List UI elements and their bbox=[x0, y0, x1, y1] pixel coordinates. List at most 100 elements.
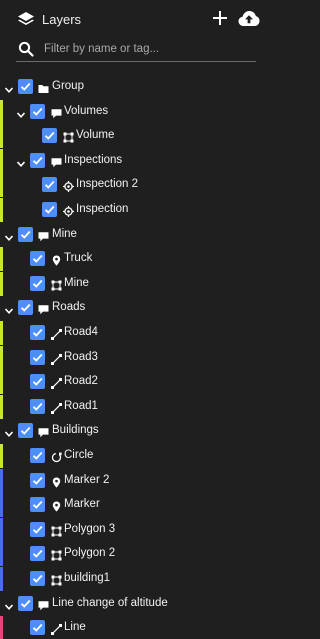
line-icon bbox=[51, 376, 62, 389]
line-icon bbox=[51, 352, 62, 365]
layer-name: Truck bbox=[64, 252, 93, 264]
layer-color-bar bbox=[0, 395, 3, 419]
tree-row[interactable]: Marker 2 bbox=[0, 469, 266, 493]
layer-name: Roads bbox=[52, 301, 86, 313]
tree-row[interactable]: Volume bbox=[0, 124, 266, 148]
panel-header: Layers bbox=[0, 0, 266, 40]
chevron-down-icon[interactable] bbox=[4, 230, 14, 241]
layer-visibility-checkbox[interactable] bbox=[30, 546, 45, 561]
layer-visibility-checkbox[interactable] bbox=[30, 497, 45, 512]
layer-color-bar bbox=[0, 616, 3, 639]
chevron-down-icon[interactable] bbox=[4, 303, 14, 314]
layer-name: Group bbox=[52, 80, 84, 92]
chevron-down-icon[interactable] bbox=[4, 82, 14, 93]
tree-row[interactable]: building1 bbox=[0, 567, 266, 591]
layer-visibility-checkbox[interactable] bbox=[30, 153, 45, 168]
tree-row[interactable]: Marker bbox=[0, 493, 266, 517]
layer-visibility-checkbox[interactable] bbox=[30, 251, 45, 266]
tree-row[interactable]: Roads bbox=[0, 296, 266, 320]
layer-visibility-checkbox[interactable] bbox=[18, 227, 33, 242]
tree-row[interactable]: Line bbox=[0, 616, 266, 639]
layer-color-bar bbox=[0, 567, 3, 591]
layers-stack-icon bbox=[17, 11, 35, 27]
polygon-icon bbox=[51, 278, 62, 291]
layer-visibility-checkbox[interactable] bbox=[18, 79, 33, 94]
comment-icon bbox=[38, 229, 49, 242]
tree-row[interactable]: Mine bbox=[0, 272, 266, 296]
tree-row[interactable]: Road3 bbox=[0, 346, 266, 370]
polygon-icon bbox=[63, 130, 74, 143]
search-input[interactable] bbox=[44, 40, 249, 58]
tree-row[interactable]: Road1 bbox=[0, 395, 266, 419]
layer-name: Circle bbox=[64, 449, 94, 461]
line-icon bbox=[51, 327, 62, 340]
layer-visibility-checkbox[interactable] bbox=[30, 473, 45, 488]
layer-color-bar bbox=[0, 247, 3, 271]
layer-visibility-checkbox[interactable] bbox=[30, 104, 45, 119]
layer-visibility-checkbox[interactable] bbox=[30, 374, 45, 389]
target-icon bbox=[63, 204, 74, 217]
pin-icon bbox=[51, 253, 62, 266]
chevron-down-icon[interactable] bbox=[16, 107, 26, 118]
layer-name: Road1 bbox=[64, 400, 98, 412]
polygon-icon bbox=[51, 524, 62, 537]
layer-visibility-checkbox[interactable] bbox=[30, 571, 45, 586]
chevron-down-icon[interactable] bbox=[4, 599, 14, 610]
layer-visibility-checkbox[interactable] bbox=[30, 620, 45, 635]
layer-color-bar bbox=[0, 124, 3, 148]
layer-name: Volumes bbox=[64, 105, 109, 117]
add-layer-button[interactable] bbox=[212, 10, 228, 26]
layer-color-bar bbox=[0, 346, 3, 370]
tree-row[interactable]: Buildings bbox=[0, 419, 266, 443]
layer-visibility-checkbox[interactable] bbox=[18, 423, 33, 438]
comment-icon bbox=[38, 598, 49, 611]
layer-color-bar bbox=[0, 542, 3, 566]
layer-color-bar bbox=[0, 198, 3, 222]
layer-visibility-checkbox[interactable] bbox=[30, 448, 45, 463]
layer-color-bar bbox=[0, 100, 3, 124]
pin-icon bbox=[51, 475, 62, 488]
layer-visibility-checkbox[interactable] bbox=[42, 128, 57, 143]
layer-visibility-checkbox[interactable] bbox=[30, 325, 45, 340]
layer-visibility-checkbox[interactable] bbox=[30, 350, 45, 365]
polygon-icon bbox=[51, 548, 62, 561]
layer-visibility-checkbox[interactable] bbox=[30, 276, 45, 291]
layer-name: Marker 2 bbox=[64, 474, 110, 486]
layer-visibility-checkbox[interactable] bbox=[42, 177, 57, 192]
panel-title: Layers bbox=[42, 12, 82, 27]
layer-visibility-checkbox[interactable] bbox=[18, 596, 33, 611]
layer-color-bar bbox=[0, 518, 3, 542]
tree-row[interactable]: Polygon 3 bbox=[0, 518, 266, 542]
tree-row[interactable]: Circle bbox=[0, 444, 266, 468]
layer-visibility-checkbox[interactable] bbox=[30, 399, 45, 414]
tree-row[interactable]: Polygon 2 bbox=[0, 542, 266, 566]
layer-name: Road3 bbox=[64, 351, 98, 363]
chevron-down-icon[interactable] bbox=[16, 156, 26, 167]
cloud-upload-button[interactable] bbox=[238, 10, 260, 27]
tree-row[interactable]: Mine bbox=[0, 223, 266, 247]
layer-name: Inspection bbox=[76, 203, 129, 215]
tree-row[interactable]: Group bbox=[0, 75, 266, 99]
target-icon bbox=[63, 179, 74, 192]
layer-visibility-checkbox[interactable] bbox=[18, 300, 33, 315]
layer-name: Inspection 2 bbox=[76, 178, 139, 190]
tree-row[interactable]: Volumes bbox=[0, 100, 266, 124]
layer-visibility-checkbox[interactable] bbox=[30, 522, 45, 537]
tree-row[interactable]: Truck bbox=[0, 247, 266, 271]
layer-color-bar bbox=[0, 370, 3, 394]
tree-row[interactable]: Road4 bbox=[0, 321, 266, 345]
chevron-down-icon[interactable] bbox=[4, 426, 14, 437]
layer-name: Line change of altitude bbox=[52, 597, 168, 609]
layer-visibility-checkbox[interactable] bbox=[42, 202, 57, 217]
tree-row[interactable]: Road2 bbox=[0, 370, 266, 394]
line-icon bbox=[51, 622, 62, 635]
layer-name: Inspections bbox=[64, 154, 123, 166]
layer-name: Volume bbox=[76, 129, 115, 141]
tree-row[interactable]: Inspection bbox=[0, 198, 266, 222]
layer-name: Polygon 2 bbox=[64, 547, 116, 559]
tree-row[interactable]: Line change of altitude bbox=[0, 592, 266, 616]
tree-row[interactable]: Inspection 2 bbox=[0, 173, 266, 197]
cloud-upload-icon bbox=[238, 11, 260, 26]
tree-row[interactable]: Inspections bbox=[0, 149, 266, 173]
layer-color-bar bbox=[0, 149, 3, 173]
